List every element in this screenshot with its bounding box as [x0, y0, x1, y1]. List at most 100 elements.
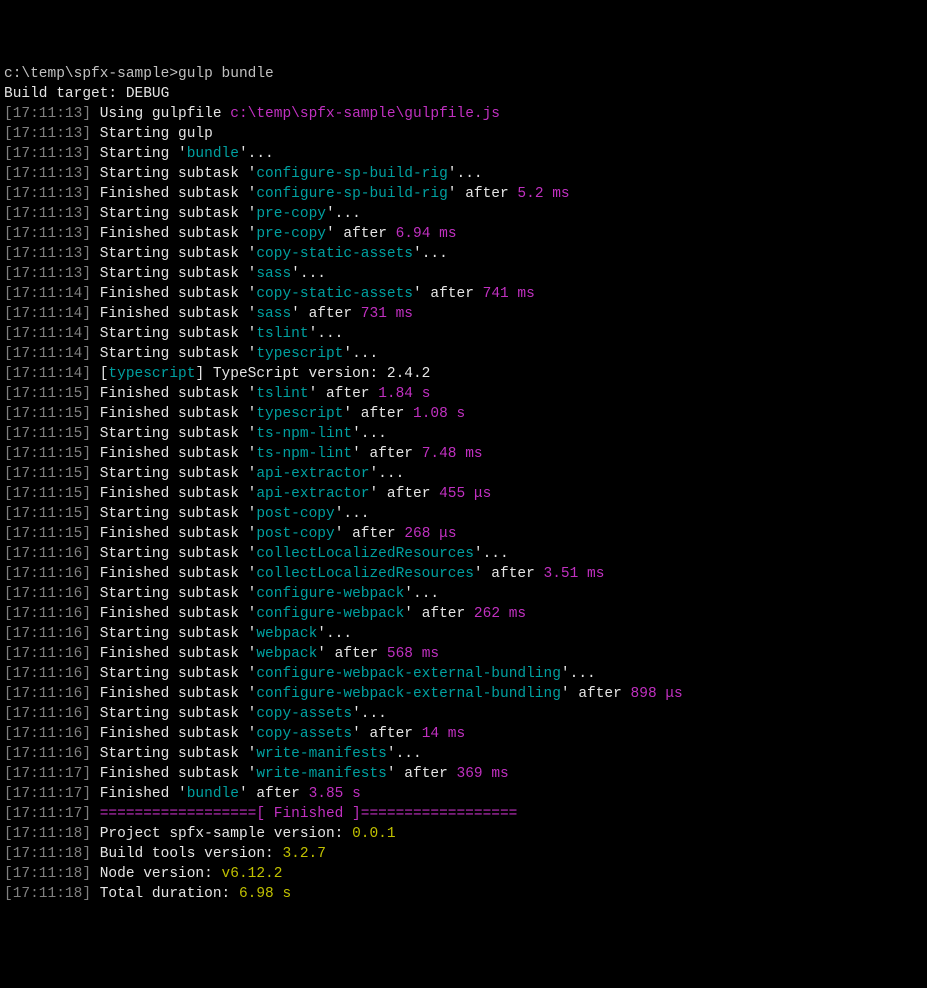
log-line: [17:11:14] Starting subtask 'tslint'...	[4, 324, 923, 344]
build-target-line: Build target: DEBUG	[4, 84, 923, 104]
log-segment: Starting subtask '	[100, 246, 257, 262]
log-segment: '...	[309, 326, 344, 342]
timestamp: [17:11:16]	[4, 726, 91, 742]
log-segment: Finished subtask '	[100, 386, 257, 402]
log-line: [17:11:13] Using gulpfile c:\temp\spfx-s…	[4, 104, 923, 124]
log-segment: '...	[413, 246, 448, 262]
log-segment: webpack	[256, 646, 317, 662]
log-segment: 369 ms	[457, 766, 509, 782]
timestamp: [17:11:13]	[4, 266, 91, 282]
log-segment: collectLocalizedResources	[256, 566, 474, 582]
log-segment: 3.51 ms	[544, 566, 605, 582]
log-segment: webpack	[256, 626, 317, 642]
log-line: [17:11:16] Starting subtask 'configure-w…	[4, 584, 923, 604]
log-segment: Finished subtask '	[100, 226, 257, 242]
timestamp: [17:11:16]	[4, 546, 91, 562]
log-segment: Finished subtask '	[100, 686, 257, 702]
log-segment: copy-assets	[256, 706, 352, 722]
timestamp: [17:11:15]	[4, 506, 91, 522]
log-segment: v6.12.2	[222, 866, 283, 882]
log-segment: '...	[474, 546, 509, 562]
log-segment: 898 μs	[631, 686, 683, 702]
log-segment: Finished subtask '	[100, 526, 257, 542]
log-segment: '...	[343, 346, 378, 362]
log-segment: Starting subtask '	[100, 626, 257, 642]
log-segment: Finished subtask '	[100, 306, 257, 322]
log-line: [17:11:13] Finished subtask 'configure-s…	[4, 184, 923, 204]
log-segment: Finished subtask '	[100, 486, 257, 502]
log-segment: 568 ms	[387, 646, 439, 662]
log-segment: Starting subtask '	[100, 326, 257, 342]
timestamp: [17:11:16]	[4, 626, 91, 642]
log-line: [17:11:16] Finished subtask 'configure-w…	[4, 604, 923, 624]
log-segment: tslint	[256, 386, 308, 402]
log-segment: Starting '	[100, 146, 187, 162]
timestamp: [17:11:16]	[4, 686, 91, 702]
build-target-value: DEBUG	[126, 86, 170, 102]
log-segment: '...	[291, 266, 326, 282]
timestamp: [17:11:16]	[4, 746, 91, 762]
log-segment: 5.2 ms	[517, 186, 569, 202]
timestamp: [17:11:15]	[4, 446, 91, 462]
log-segment: 6.94 ms	[396, 226, 457, 242]
log-line: [17:11:15] Starting subtask 'ts-npm-lint…	[4, 424, 923, 444]
log-segment: 7.48 ms	[422, 446, 483, 462]
log-line: [17:11:16] Finished subtask 'configure-w…	[4, 684, 923, 704]
timestamp: [17:11:15]	[4, 466, 91, 482]
log-segment: '...	[335, 506, 370, 522]
log-segment: 6.98 s	[239, 886, 291, 902]
timestamp: [17:11:15]	[4, 526, 91, 542]
log-line: [17:11:15] Finished subtask 'ts-npm-lint…	[4, 444, 923, 464]
log-line: [17:11:18] Project spfx-sample version: …	[4, 824, 923, 844]
timestamp: [17:11:15]	[4, 486, 91, 502]
log-segment: 3.85 s	[309, 786, 361, 802]
log-segment: Finished subtask '	[100, 446, 257, 462]
log-segment: '...	[352, 706, 387, 722]
log-segment: ] TypeScript version: 2.4.2	[195, 366, 430, 382]
log-segment: 455 μs	[439, 486, 491, 502]
log-segment: 0.0.1	[352, 826, 396, 842]
timestamp: [17:11:13]	[4, 226, 91, 242]
log-segment: sass	[256, 266, 291, 282]
log-segment: configure-webpack-external-bundling	[256, 686, 561, 702]
timestamp: [17:11:13]	[4, 126, 91, 142]
log-line: [17:11:16] Finished subtask 'webpack' af…	[4, 644, 923, 664]
timestamp: [17:11:18]	[4, 846, 91, 862]
log-line: [17:11:18] Node version: v6.12.2	[4, 864, 923, 884]
log-segment: '...	[326, 206, 361, 222]
log-line: [17:11:14] Finished subtask 'sass' after…	[4, 304, 923, 324]
log-segment: Build tools version:	[100, 846, 283, 862]
log-segment: Starting subtask '	[100, 266, 257, 282]
log-segment: api-extractor	[256, 466, 369, 482]
log-segment: ' after	[474, 566, 544, 582]
log-segment: ' after	[309, 386, 379, 402]
log-segment: Starting subtask '	[100, 426, 257, 442]
log-segment: post-copy	[256, 526, 334, 542]
log-segment: Finished '	[100, 786, 187, 802]
log-segment: pre-copy	[256, 206, 326, 222]
log-segment: typescript	[108, 366, 195, 382]
log-line: [17:11:15] Finished subtask 'typescript'…	[4, 404, 923, 424]
timestamp: [17:11:16]	[4, 706, 91, 722]
log-segment: Starting subtask '	[100, 466, 257, 482]
log-segment: Node version:	[100, 866, 222, 882]
log-segment: ts-npm-lint	[256, 446, 352, 462]
log-line: [17:11:16] Finished subtask 'copy-assets…	[4, 724, 923, 744]
log-segment: 14 ms	[422, 726, 466, 742]
log-line: [17:11:18] Build tools version: 3.2.7	[4, 844, 923, 864]
timestamp: [17:11:17]	[4, 786, 91, 802]
log-segment: 1.08 s	[413, 406, 465, 422]
prompt-line: c:\temp\spfx-sample>gulp bundle	[4, 64, 923, 84]
build-target-label: Build target:	[4, 86, 126, 102]
log-segment: configure-sp-build-rig	[256, 186, 447, 202]
log-segment: Starting subtask '	[100, 586, 257, 602]
log-segment: Starting subtask '	[100, 546, 257, 562]
log-segment: configure-sp-build-rig	[256, 166, 447, 182]
timestamp: [17:11:14]	[4, 366, 91, 382]
log-segment: ' after	[352, 446, 422, 462]
log-line: [17:11:13] Starting subtask 'configure-s…	[4, 164, 923, 184]
log-segment: ' after	[387, 766, 457, 782]
timestamp: [17:11:14]	[4, 326, 91, 342]
log-segment: write-manifests	[256, 746, 387, 762]
log-segment: configure-webpack	[256, 606, 404, 622]
